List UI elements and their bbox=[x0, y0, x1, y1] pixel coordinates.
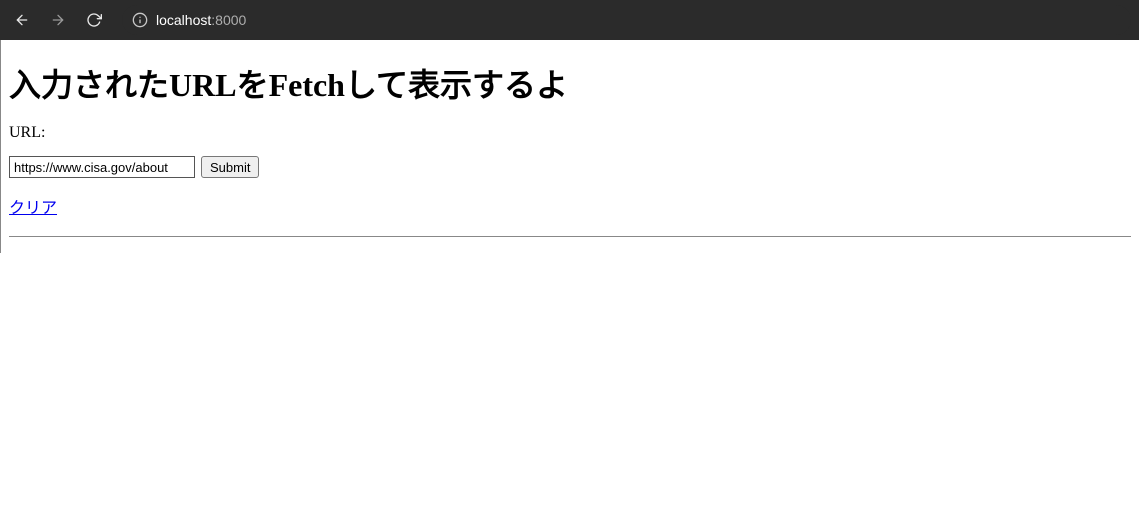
address-bar[interactable]: localhost:8000 bbox=[122, 5, 1131, 35]
page-title: 入力されたURLをFetchして表示するよ bbox=[9, 60, 1131, 106]
divider bbox=[9, 236, 1131, 237]
page-content: 入力されたURLをFetchして表示するよ URL: Submit クリア bbox=[0, 40, 1139, 253]
back-button[interactable] bbox=[8, 6, 36, 34]
arrow-left-icon bbox=[14, 12, 30, 28]
address-port: :8000 bbox=[211, 12, 246, 28]
browser-toolbar: localhost:8000 bbox=[0, 0, 1139, 40]
arrow-right-icon bbox=[50, 12, 66, 28]
submit-button[interactable]: Submit bbox=[201, 156, 259, 178]
reload-icon bbox=[86, 12, 102, 28]
address-text: localhost:8000 bbox=[156, 12, 246, 28]
url-label: URL: bbox=[9, 124, 1131, 142]
clear-link[interactable]: クリア bbox=[9, 200, 57, 217]
address-host: localhost bbox=[156, 12, 211, 28]
url-form: Submit bbox=[9, 156, 1131, 178]
forward-button[interactable] bbox=[44, 6, 72, 34]
reload-button[interactable] bbox=[80, 6, 108, 34]
site-info-icon[interactable] bbox=[132, 12, 148, 28]
url-input[interactable] bbox=[9, 156, 195, 178]
